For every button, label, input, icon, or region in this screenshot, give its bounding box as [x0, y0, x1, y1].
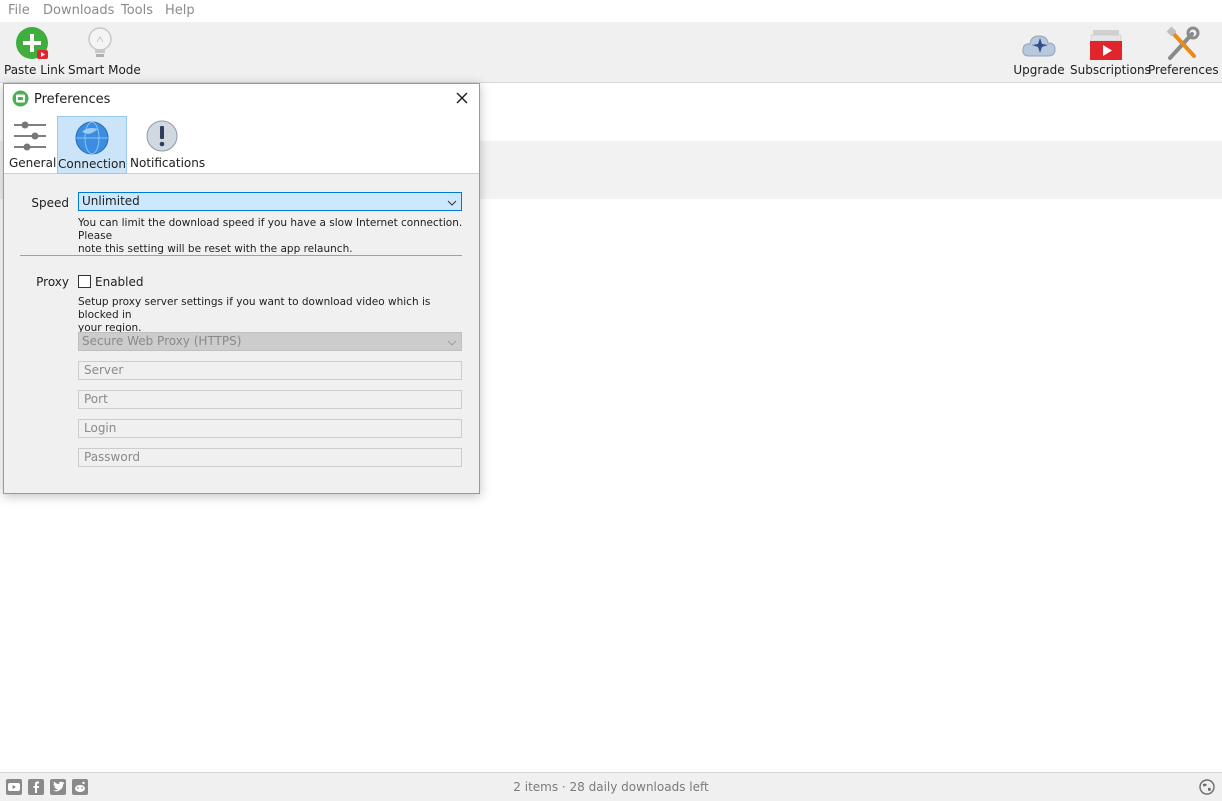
smart-mode-label: Smart Mode	[68, 63, 141, 77]
sliders-icon	[13, 119, 47, 156]
speed-value: Unlimited	[82, 194, 140, 208]
app-logo-icon	[12, 90, 29, 110]
preferences-button[interactable]: Preferences	[1148, 22, 1219, 82]
toolbar: Paste Link Smart Mode Upgrade Subscripti…	[0, 22, 1222, 83]
tab-general-label: General	[9, 156, 57, 170]
speed-hint-line-1: You can limit the download speed if you …	[78, 217, 463, 242]
menu-bar: File Downloads Tools Help	[0, 0, 1222, 22]
section-divider	[20, 255, 462, 256]
dialog-header: Preferences General Connection Notificat…	[4, 84, 479, 174]
tools-icon	[1164, 26, 1200, 65]
chevron-down-icon	[447, 196, 457, 213]
password-field[interactable]: Password	[78, 448, 462, 467]
lightbulb-icon	[85, 26, 115, 65]
dialog-title: Preferences	[34, 92, 111, 107]
paste-link-button[interactable]: Paste Link	[4, 22, 65, 82]
tab-connection[interactable]: Connection	[57, 116, 127, 174]
subscriptions-label: Subscriptions	[1070, 63, 1151, 77]
globe-icon[interactable]	[1199, 779, 1215, 798]
subscriptions-button[interactable]: Subscriptions	[1070, 22, 1151, 82]
upgrade-label: Upgrade	[1013, 63, 1065, 77]
menu-tools[interactable]: Tools	[121, 3, 153, 18]
proxy-label: Proxy	[36, 275, 69, 289]
alert-icon	[144, 119, 180, 158]
menu-file[interactable]: File	[8, 3, 30, 18]
menu-downloads[interactable]: Downloads	[43, 3, 114, 18]
preferences-label: Preferences	[1148, 63, 1219, 77]
cloud-star-icon	[1021, 26, 1057, 65]
globe-icon	[74, 120, 110, 159]
proxy-hint: Setup proxy server settings if you want …	[78, 296, 468, 335]
server-field[interactable]: Server	[78, 361, 462, 380]
paste-link-label: Paste Link	[4, 63, 65, 77]
smart-mode-button[interactable]: Smart Mode	[68, 22, 141, 82]
speed-dropdown[interactable]: Unlimited	[78, 192, 462, 211]
proxy-enabled-checkbox[interactable]	[78, 275, 91, 288]
port-field[interactable]: Port	[78, 390, 462, 409]
tab-notifications[interactable]: Notifications	[130, 116, 206, 172]
proxy-enabled-label[interactable]: Enabled	[95, 275, 144, 289]
upgrade-button[interactable]: Upgrade	[1012, 22, 1066, 82]
login-field[interactable]: Login	[78, 419, 462, 438]
proxy-hint-line-1: Setup proxy server settings if you want …	[78, 296, 431, 321]
tab-notifications-label: Notifications	[130, 156, 206, 170]
status-bar: 2 items · 28 daily downloads left	[0, 772, 1222, 801]
subscriptions-icon	[1088, 26, 1124, 65]
tab-connection-label: Connection	[58, 157, 126, 171]
chevron-down-icon	[447, 336, 457, 353]
speed-label: Speed	[31, 196, 69, 210]
proxy-type-value: Secure Web Proxy (HTTPS)	[82, 334, 242, 348]
close-icon[interactable]	[452, 88, 472, 108]
status-text: 2 items · 28 daily downloads left	[513, 780, 709, 794]
speed-hint: You can limit the download speed if you …	[78, 217, 468, 256]
proxy-type-dropdown[interactable]: Secure Web Proxy (HTTPS)	[78, 332, 462, 351]
paste-link-icon	[15, 26, 51, 65]
tab-general[interactable]: General	[9, 116, 57, 172]
preferences-dialog: Preferences General Connection Notificat…	[3, 83, 480, 494]
menu-help[interactable]: Help	[165, 3, 195, 18]
